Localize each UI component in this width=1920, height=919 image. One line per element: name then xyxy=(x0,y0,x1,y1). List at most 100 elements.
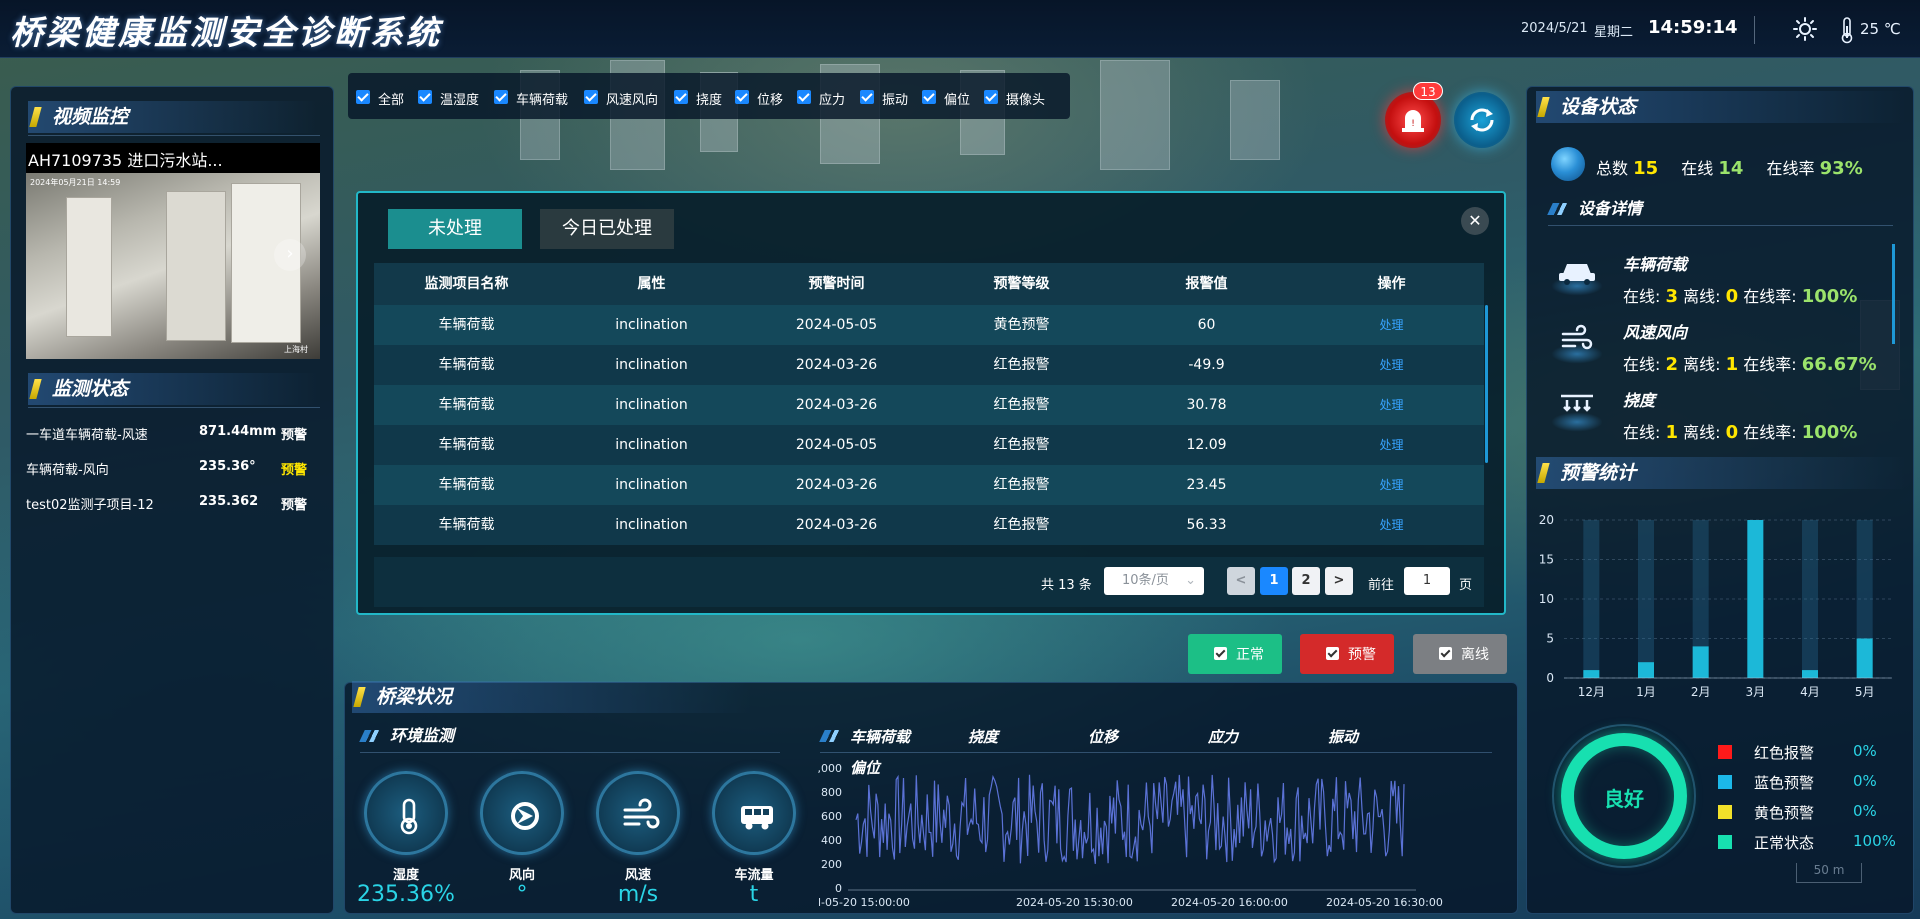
table-row[interactable]: 车辆荷载 inclination 2024-03-26 红色报警 56.33 处… xyxy=(374,505,1484,545)
handle-link[interactable]: 处理 xyxy=(1299,505,1484,545)
legend-normal-button[interactable]: 正常 xyxy=(1188,634,1282,674)
scene-building xyxy=(1230,80,1280,160)
column-header: 报警值 xyxy=(1185,276,1228,292)
cell-item-name: 车辆荷载 xyxy=(438,397,495,413)
column-header: 监测项目名称 xyxy=(424,276,509,292)
header-time: 14:59:14 xyxy=(1648,17,1738,38)
cell-level: 红色报警 xyxy=(993,517,1050,533)
status-ring-label: 良好 xyxy=(1604,787,1644,811)
filter-checkbox-camera[interactable]: 摄像头 xyxy=(984,88,1054,108)
filter-checkbox-displacement[interactable]: 位移 xyxy=(735,88,791,108)
wind-icon xyxy=(623,798,660,829)
legend-item: 红色报警 0% xyxy=(1718,742,1918,762)
monitor-item-name: 一车道车辆荷载-风速 xyxy=(26,428,148,443)
cell-value: 12.09 xyxy=(1186,437,1227,453)
siren-icon[interactable]: ! xyxy=(1385,92,1441,148)
monitor-row[interactable]: 车辆荷载-风向 235.36° 预警 xyxy=(26,459,326,479)
monitor-item-value: 871.44mm xyxy=(199,424,277,439)
total-label: 总数 xyxy=(1596,159,1629,178)
checkbox-icon[interactable] xyxy=(984,90,998,104)
table-row[interactable]: 车辆荷载 inclination 2024-05-05 红色报警 12.09 处… xyxy=(374,425,1484,465)
tab-unprocessed[interactable]: 未处理 xyxy=(388,209,522,249)
table-scrollbar[interactable] xyxy=(1485,305,1488,463)
table-row[interactable]: 车辆荷载 inclination 2024-05-05 黄色预警 60 处理 xyxy=(374,305,1484,345)
offline-value: 1 xyxy=(1725,354,1739,375)
filter-checkbox-wind[interactable]: 风速风向 xyxy=(584,88,664,108)
page-size-select[interactable]: 10条/页 ⌄ xyxy=(1104,567,1204,595)
bar xyxy=(1638,662,1654,678)
checkbox-icon[interactable] xyxy=(674,90,688,104)
env-value: 235.36% xyxy=(357,882,455,907)
rate-value: 93% xyxy=(1819,158,1863,179)
legend-offline-button[interactable]: 离线 xyxy=(1413,634,1507,674)
device-stats: 在线: 3 离线: 0 在线率: 100% xyxy=(1623,283,1920,307)
checkbox-icon[interactable] xyxy=(356,90,370,104)
filter-checkbox-vibration[interactable]: 振动 xyxy=(860,88,916,108)
siren-glyph: ! xyxy=(1402,110,1424,132)
handle-link[interactable]: 处理 xyxy=(1299,305,1484,345)
checkbox-icon[interactable] xyxy=(735,90,749,104)
monitor-section-title: 监测状态 xyxy=(28,373,318,405)
chart-tab-vibration[interactable]: 振动 xyxy=(1328,726,1368,747)
cell-value: 60 xyxy=(1197,317,1216,333)
chart-tab-stress[interactable]: 应力 xyxy=(1208,726,1248,747)
device-detail-title: 设备详情 xyxy=(1548,197,1898,221)
camera-view[interactable]: AH7109735 进口污水站... 2024年05月21日 14:59 上海村… xyxy=(26,143,320,359)
online-value: 3 xyxy=(1665,286,1679,307)
data-line xyxy=(855,774,1405,864)
bus-icon xyxy=(741,806,773,830)
checkbox-icon[interactable] xyxy=(494,90,508,104)
monitor-row[interactable]: test02监测子项目-12 235.362 预警 xyxy=(26,494,326,514)
offline-value: 0 xyxy=(1725,286,1739,307)
filter-checkbox-temp-humidity[interactable]: 温湿度 xyxy=(418,88,488,108)
checkbox-icon[interactable] xyxy=(860,90,874,104)
close-icon[interactable]: ✕ xyxy=(1461,207,1489,235)
x-tick-label: 2024-05-20 16:00:00 xyxy=(1171,896,1288,909)
checkbox-icon[interactable] xyxy=(797,90,811,104)
page-button-1[interactable]: 1 xyxy=(1260,567,1288,595)
sun-icon xyxy=(1793,17,1817,41)
chart-tab-deflection[interactable]: 挠度 xyxy=(968,726,1008,747)
chevron-right-icon[interactable]: › xyxy=(274,239,306,271)
filter-checkbox-offset[interactable]: 偏位 xyxy=(922,88,978,108)
chart-tab-vehicle-load[interactable]: 车辆荷载 xyxy=(850,726,920,747)
checkbox-icon[interactable] xyxy=(418,90,432,104)
legend-warning-button[interactable]: 预警 xyxy=(1300,634,1394,674)
filter-checkbox-deflection[interactable]: 挠度 xyxy=(674,88,730,108)
warning-bar-chart: 0 5 10 15 20 12月 1月 2月 3月 4月 5月 xyxy=(1539,513,1892,699)
column-header: 操作 xyxy=(1377,276,1406,292)
handle-link[interactable]: 处理 xyxy=(1299,345,1484,385)
legend-swatch xyxy=(1718,745,1732,759)
handle-link[interactable]: 处理 xyxy=(1299,465,1484,505)
device-list-scrollbar[interactable] xyxy=(1892,244,1895,344)
monitor-row[interactable]: 一车道车辆荷载-风速 871.44mm 预警 xyxy=(26,424,326,444)
camera-feed[interactable]: 2024年05月21日 14:59 上海村 xyxy=(26,173,320,359)
handle-link[interactable]: 处理 xyxy=(1299,385,1484,425)
table-row[interactable]: 车辆荷载 inclination 2024-03-26 红色报警 23.45 处… xyxy=(374,465,1484,505)
offline-value: 0 xyxy=(1725,422,1739,443)
goto-page-input[interactable]: 1 xyxy=(1404,567,1450,595)
prev-page-button[interactable]: < xyxy=(1227,567,1255,595)
next-page-button[interactable]: > xyxy=(1325,567,1353,595)
chart-tab-displacement[interactable]: 位移 xyxy=(1088,726,1128,747)
wind-glyph xyxy=(1561,324,1593,350)
filter-checkbox-stress[interactable]: 应力 xyxy=(797,88,853,108)
env-value: t xyxy=(749,882,759,907)
bar-background xyxy=(1638,520,1654,678)
x-tick-label: 1月 xyxy=(1636,685,1656,699)
bar xyxy=(1802,670,1818,678)
alarm-count-badge: 13 xyxy=(1413,82,1443,100)
page-button-2[interactable]: 2 xyxy=(1292,567,1320,595)
tab-processed-today[interactable]: 今日已处理 xyxy=(540,209,674,249)
chart-subtitle-marker xyxy=(820,724,850,748)
table-row[interactable]: 车辆荷载 inclination 2024-03-26 红色报警 -49.9 处… xyxy=(374,345,1484,385)
table-row[interactable]: 车辆荷载 inclination 2024-03-26 红色报警 30.78 处… xyxy=(374,385,1484,425)
filter-checkbox-all[interactable]: 全部 xyxy=(356,88,412,108)
env-humidity-gauge xyxy=(364,771,448,855)
scene-building xyxy=(1100,60,1170,170)
checkbox-icon[interactable] xyxy=(922,90,936,104)
handle-link[interactable]: 处理 xyxy=(1299,425,1484,465)
checkbox-icon[interactable] xyxy=(584,90,598,104)
filter-checkbox-vehicle-load[interactable]: 车辆荷载 xyxy=(494,88,574,108)
refresh-icon[interactable] xyxy=(1454,92,1510,148)
